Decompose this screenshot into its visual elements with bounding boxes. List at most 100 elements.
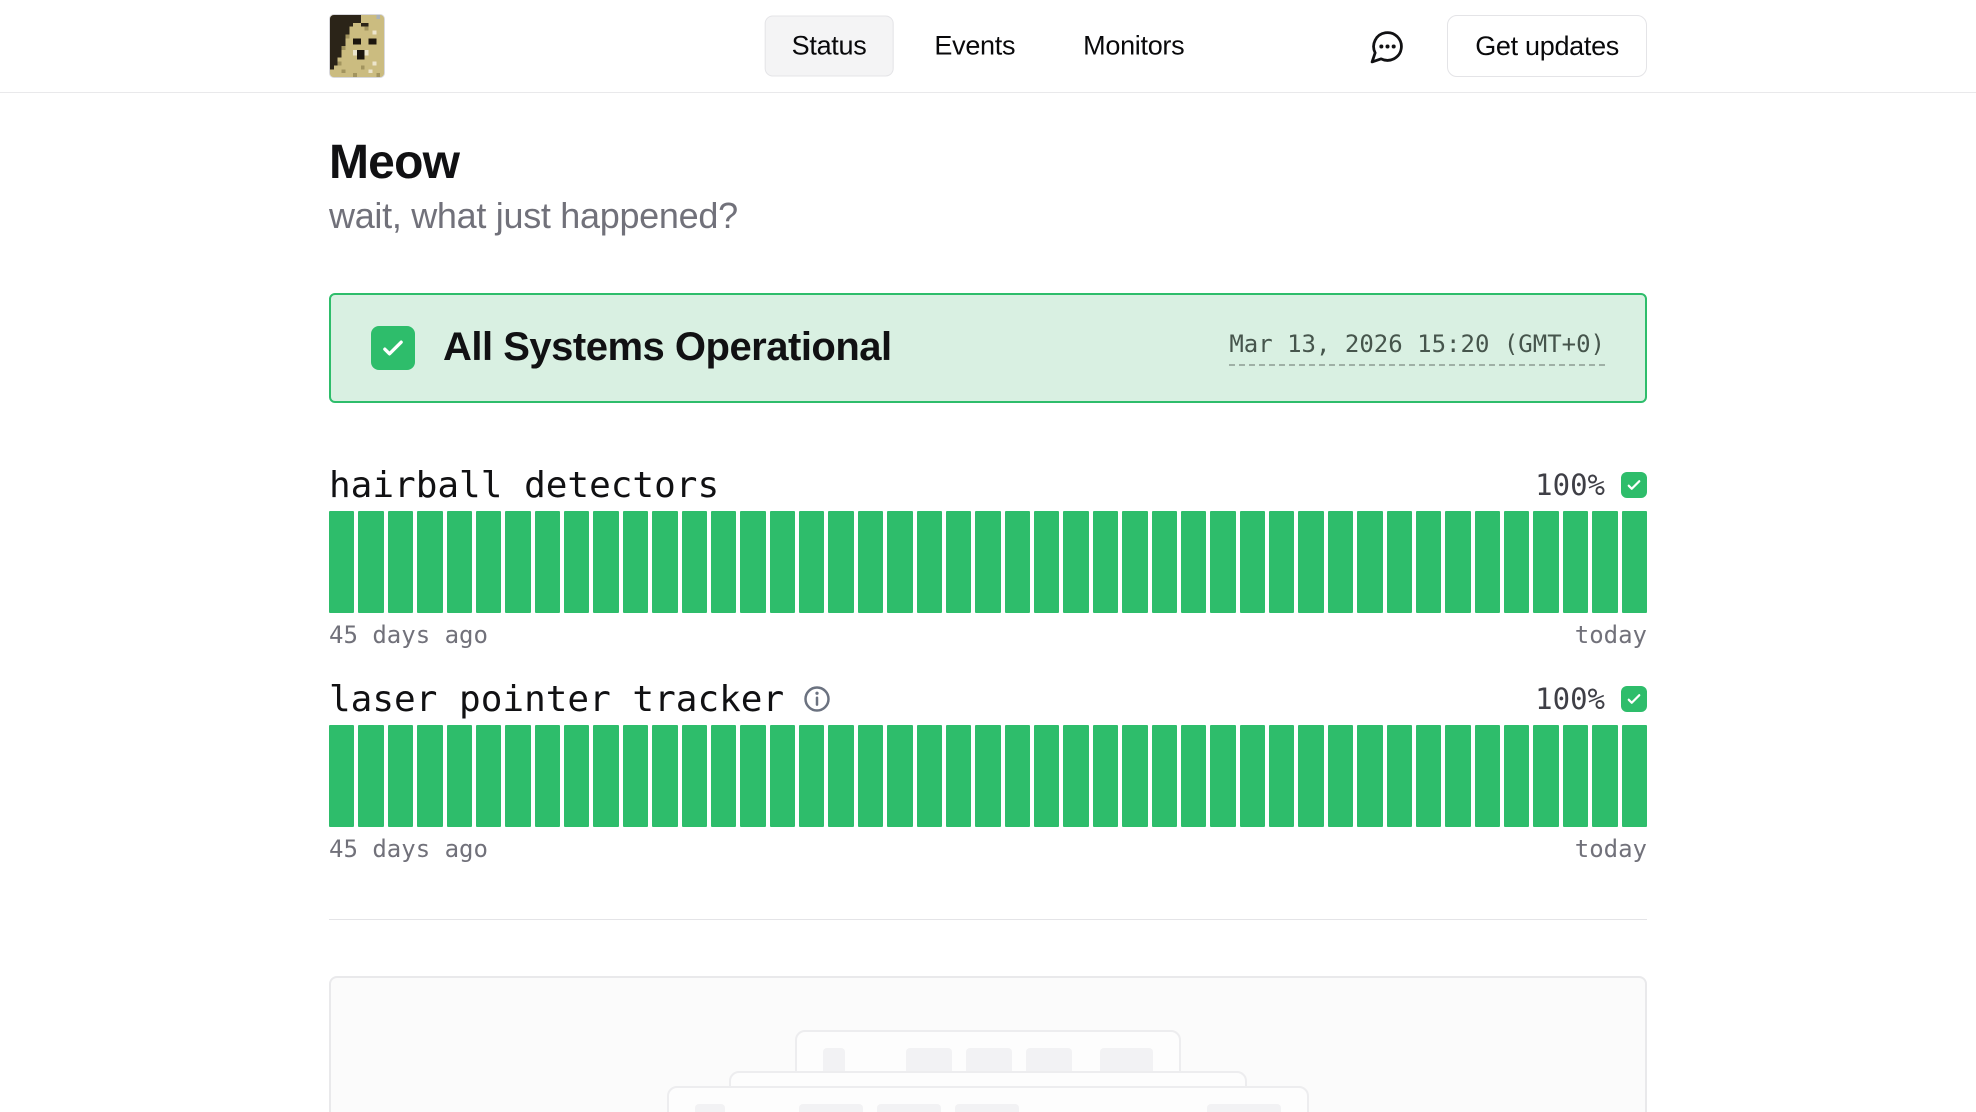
uptime-bar[interactable]	[447, 725, 472, 827]
uptime-bar[interactable]	[1240, 511, 1265, 613]
uptime-bar[interactable]	[1298, 511, 1323, 613]
uptime-bar[interactable]	[917, 511, 942, 613]
uptime-bar[interactable]	[1504, 725, 1529, 827]
uptime-bar[interactable]	[1387, 725, 1412, 827]
feedback-chat-button[interactable]	[1367, 26, 1407, 66]
uptime-bar[interactable]	[1533, 511, 1558, 613]
uptime-bar[interactable]	[887, 725, 912, 827]
uptime-bar[interactable]	[447, 511, 472, 613]
uptime-bar[interactable]	[1475, 725, 1500, 827]
uptime-bar[interactable]	[1298, 725, 1323, 827]
uptime-bar[interactable]	[1622, 511, 1647, 613]
uptime-bar[interactable]	[799, 725, 824, 827]
uptime-bar[interactable]	[1093, 511, 1118, 613]
uptime-bar[interactable]	[975, 511, 1000, 613]
uptime-bar[interactable]	[476, 511, 501, 613]
uptime-bar[interactable]	[1387, 511, 1412, 613]
uptime-bar[interactable]	[1034, 725, 1059, 827]
uptime-bar[interactable]	[535, 725, 560, 827]
uptime-bar[interactable]	[388, 725, 413, 827]
uptime-bar[interactable]	[711, 725, 736, 827]
uptime-bar[interactable]	[1122, 725, 1147, 827]
uptime-bar[interactable]	[1475, 511, 1500, 613]
uptime-bar[interactable]	[682, 725, 707, 827]
uptime-bar[interactable]	[358, 725, 383, 827]
uptime-bar[interactable]	[1357, 511, 1382, 613]
uptime-bar[interactable]	[388, 511, 413, 613]
uptime-bar[interactable]	[828, 725, 853, 827]
uptime-bar[interactable]	[329, 725, 354, 827]
uptime-bar[interactable]	[1005, 511, 1030, 613]
nav-tab-status[interactable]: Status	[765, 16, 894, 77]
uptime-bar[interactable]	[1240, 725, 1265, 827]
uptime-bar[interactable]	[1034, 511, 1059, 613]
uptime-bar[interactable]	[652, 511, 677, 613]
uptime-bar[interactable]	[1210, 511, 1235, 613]
uptime-bar[interactable]	[1592, 511, 1617, 613]
uptime-bar[interactable]	[828, 511, 853, 613]
uptime-bar[interactable]	[1563, 725, 1588, 827]
uptime-bar[interactable]	[1328, 511, 1353, 613]
uptime-bar[interactable]	[564, 511, 589, 613]
uptime-bar[interactable]	[1533, 725, 1558, 827]
uptime-bar[interactable]	[711, 511, 736, 613]
uptime-bar[interactable]	[1152, 511, 1177, 613]
uptime-bar[interactable]	[1504, 511, 1529, 613]
uptime-bar[interactable]	[975, 725, 1000, 827]
uptime-bar[interactable]	[946, 511, 971, 613]
uptime-bar[interactable]	[858, 725, 883, 827]
uptime-bar[interactable]	[417, 511, 442, 613]
uptime-bar[interactable]	[770, 511, 795, 613]
uptime-bar[interactable]	[476, 725, 501, 827]
uptime-bar[interactable]	[329, 511, 354, 613]
uptime-bar[interactable]	[1622, 725, 1647, 827]
info-icon[interactable]	[802, 684, 832, 714]
uptime-bar[interactable]	[1592, 725, 1617, 827]
uptime-bar[interactable]	[682, 511, 707, 613]
uptime-bar[interactable]	[623, 725, 648, 827]
uptime-bar[interactable]	[770, 725, 795, 827]
uptime-bar[interactable]	[1210, 725, 1235, 827]
nav-tab-monitors[interactable]: Monitors	[1056, 16, 1211, 77]
uptime-bar[interactable]	[799, 511, 824, 613]
uptime-bar[interactable]	[1357, 725, 1382, 827]
uptime-bar[interactable]	[623, 511, 648, 613]
uptime-bar[interactable]	[1005, 725, 1030, 827]
uptime-bar[interactable]	[740, 511, 765, 613]
uptime-bar[interactable]	[593, 511, 618, 613]
uptime-bar[interactable]	[1181, 511, 1206, 613]
uptime-bar[interactable]	[1563, 511, 1588, 613]
site-logo-cat-image[interactable]	[329, 14, 385, 78]
uptime-bar[interactable]	[652, 725, 677, 827]
uptime-bar[interactable]	[1152, 725, 1177, 827]
uptime-bar[interactable]	[887, 511, 912, 613]
uptime-bar[interactable]	[917, 725, 942, 827]
uptime-bar[interactable]	[535, 511, 560, 613]
uptime-bar[interactable]	[1416, 511, 1441, 613]
uptime-bar[interactable]	[358, 511, 383, 613]
nav-tab-events[interactable]: Events	[907, 16, 1042, 77]
uptime-bar[interactable]	[1445, 511, 1470, 613]
uptime-bar[interactable]	[858, 511, 883, 613]
uptime-bar[interactable]	[564, 725, 589, 827]
status-timestamp[interactable]: Mar 13, 2026 15:20 (GMT+0)	[1229, 330, 1605, 366]
uptime-bar[interactable]	[946, 725, 971, 827]
uptime-bar[interactable]	[1328, 725, 1353, 827]
uptime-bar[interactable]	[1063, 511, 1088, 613]
uptime-bar[interactable]	[1269, 725, 1294, 827]
uptime-bar[interactable]	[505, 511, 530, 613]
uptime-bar[interactable]	[1416, 725, 1441, 827]
get-updates-button[interactable]: Get updates	[1447, 15, 1647, 77]
uptime-bar[interactable]	[1445, 725, 1470, 827]
uptime-bar[interactable]	[505, 725, 530, 827]
uptime-bar[interactable]	[1269, 511, 1294, 613]
uptime-bar[interactable]	[740, 725, 765, 827]
uptime-bar[interactable]	[1181, 725, 1206, 827]
monitor-check-badge	[1621, 686, 1647, 712]
status-banner: All Systems Operational Mar 13, 2026 15:…	[329, 293, 1647, 403]
uptime-bar[interactable]	[593, 725, 618, 827]
uptime-bar[interactable]	[417, 725, 442, 827]
uptime-bar[interactable]	[1093, 725, 1118, 827]
uptime-bar[interactable]	[1122, 511, 1147, 613]
uptime-bar[interactable]	[1063, 725, 1088, 827]
